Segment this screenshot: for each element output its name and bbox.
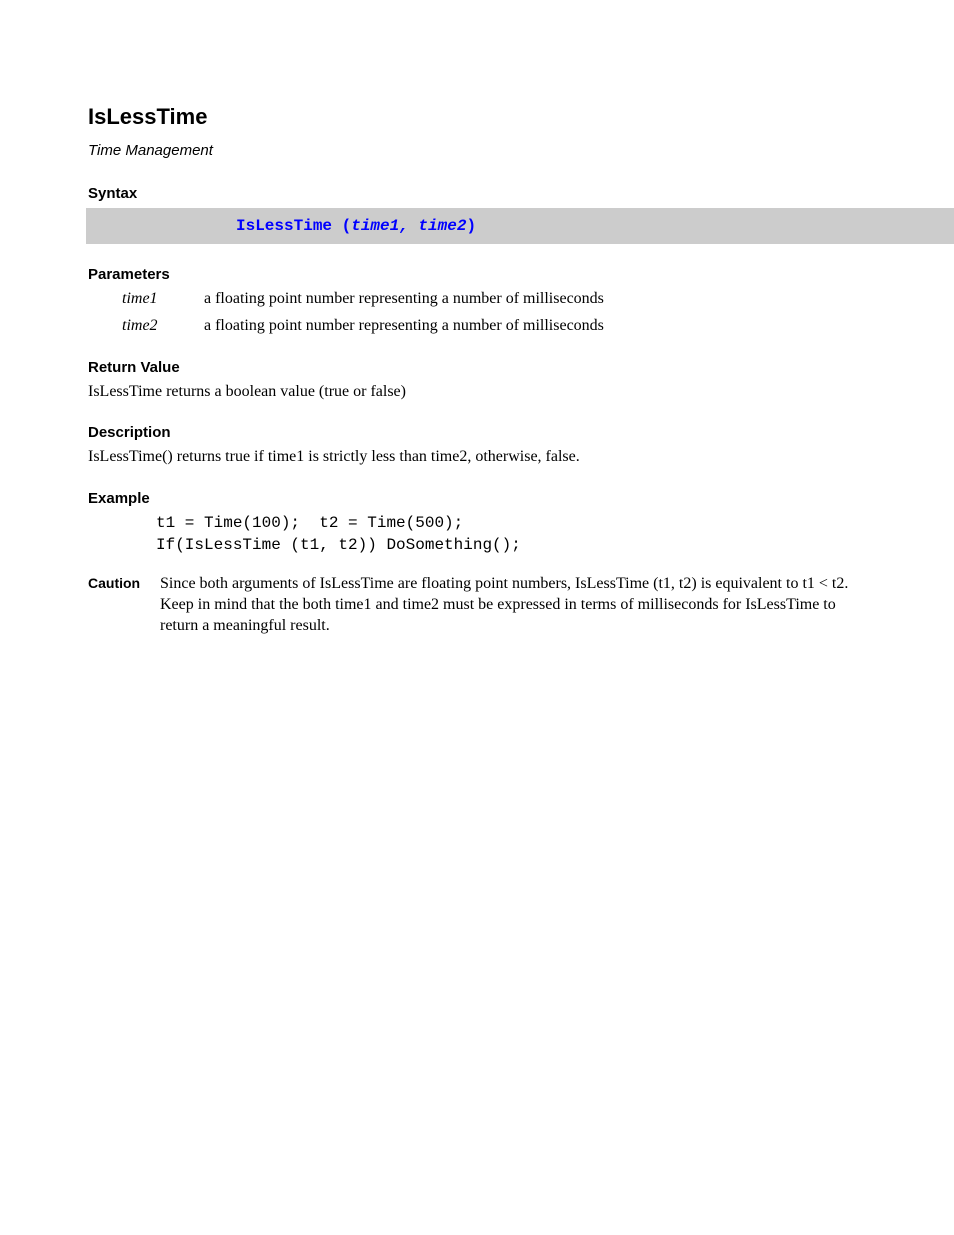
return-value-text: IsLessTime returns a boolean value (true… <box>0 382 954 403</box>
syntax-heading: Syntax <box>0 185 954 202</box>
syntax-params: time1, time2 <box>351 217 466 235</box>
description-text: IsLessTime() returns true if time1 is st… <box>0 447 954 468</box>
description-heading: Description <box>0 424 954 441</box>
document-page: IsLessTime Time Management Syntax IsLess… <box>0 0 954 1235</box>
example-code: t1 = Time(100); t2 = Time(500); If(IsLes… <box>0 513 954 556</box>
category-subtitle: Time Management <box>0 142 954 159</box>
parameter-row: time2 a floating point number representi… <box>0 316 954 337</box>
caution-text: Since both arguments of IsLessTime are f… <box>160 574 864 636</box>
parameters-heading: Parameters <box>0 266 954 283</box>
parameter-row: time1 a floating point number representi… <box>0 289 954 310</box>
caution-label: Caution <box>88 574 160 636</box>
syntax-fn-name: IsLessTime ( <box>236 217 351 235</box>
return-value-heading: Return Value <box>0 359 954 376</box>
syntax-close-paren: ) <box>466 217 476 235</box>
syntax-signature: IsLessTime (time1, time2) <box>0 208 954 244</box>
example-heading: Example <box>0 490 954 507</box>
function-title: IsLessTime <box>0 104 954 130</box>
parameter-description: a floating point number representing a n… <box>204 289 864 310</box>
parameter-name: time1 <box>122 289 204 310</box>
parameter-name: time2 <box>122 316 204 337</box>
caution-block: Caution Since both arguments of IsLessTi… <box>0 574 954 636</box>
parameter-description: a floating point number representing a n… <box>204 316 864 337</box>
